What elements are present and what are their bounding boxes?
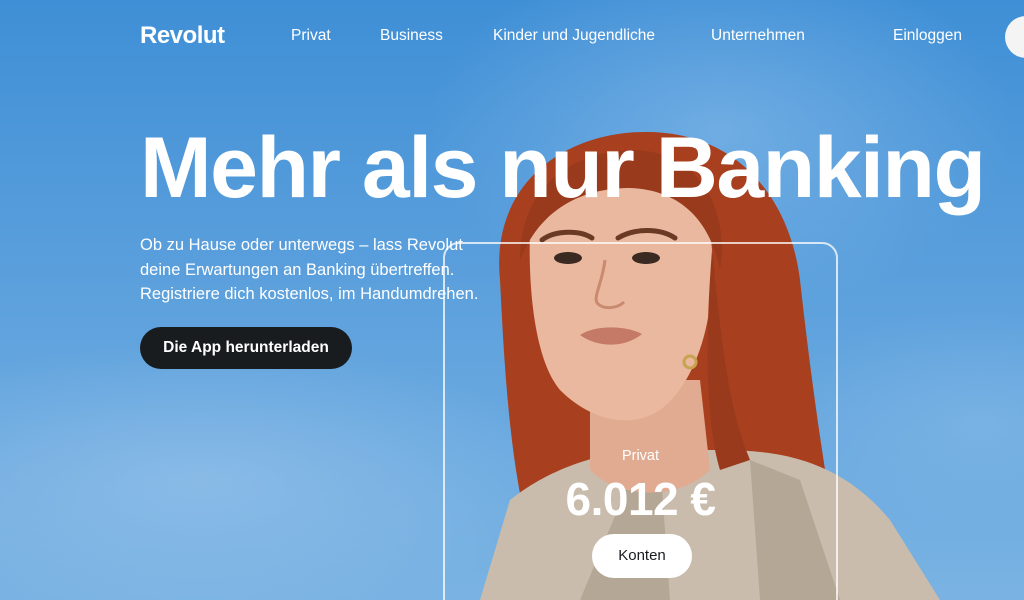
- nav-link-business[interactable]: Business: [380, 27, 443, 45]
- nav-link-unternehmen[interactable]: Unternehmen: [711, 27, 805, 45]
- nav-link-privat[interactable]: Privat: [291, 27, 331, 45]
- top-navigation: Revolut Privat Business Kinder und Jugen…: [0, 0, 1024, 72]
- download-app-button[interactable]: Die App herunterladen: [140, 327, 352, 369]
- account-balance: 6.012 €: [565, 473, 716, 525]
- revolut-logo[interactable]: Revolut: [140, 22, 225, 50]
- hero-title: Mehr als nur Banking: [140, 120, 986, 216]
- accounts-button[interactable]: Konten: [592, 534, 692, 578]
- account-label: Privat: [621, 448, 660, 464]
- login-link[interactable]: Einloggen: [893, 27, 962, 45]
- account-card: Privat 6.012 € Konten: [443, 242, 838, 600]
- signup-button[interactable]: [1005, 16, 1024, 58]
- nav-link-kinder[interactable]: Kinder und Jugendliche: [493, 27, 655, 45]
